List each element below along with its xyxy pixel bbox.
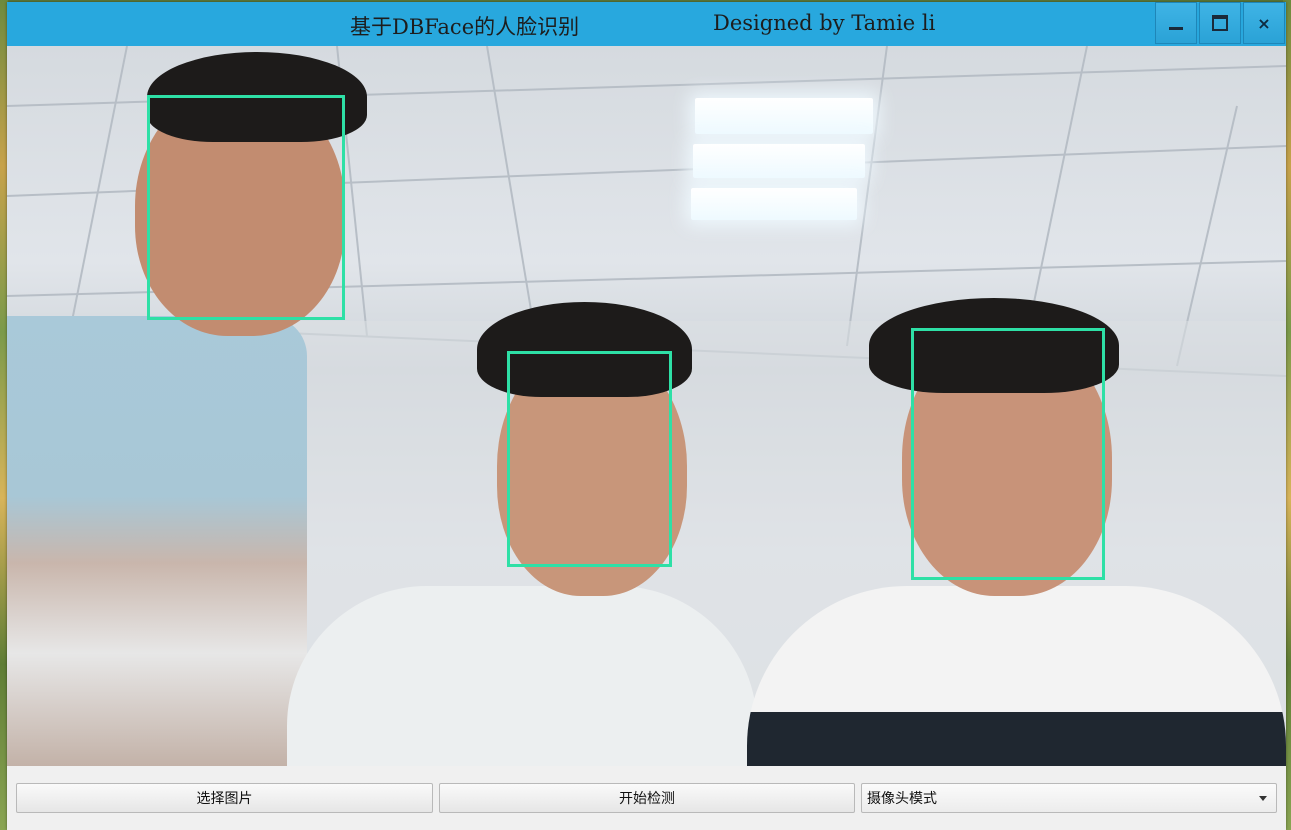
minimize-icon xyxy=(1169,26,1183,30)
app-window: 基于DBFace的人脸识别 Designed by Tamie li × 选择图… xyxy=(7,2,1286,830)
dropdown-arrow-icon xyxy=(1259,796,1267,801)
mode-dropdown[interactable]: 摄像头模式 xyxy=(861,783,1277,813)
ceiling-light xyxy=(695,98,873,134)
maximize-icon xyxy=(1212,15,1228,31)
title-bar[interactable]: 基于DBFace的人脸识别 Designed by Tamie li × xyxy=(7,2,1286,46)
ceiling-light xyxy=(691,188,857,220)
face-detection-box xyxy=(507,351,672,567)
face-detection-box xyxy=(147,95,345,320)
close-button[interactable]: × xyxy=(1243,2,1285,44)
person-right-shirt xyxy=(747,586,1286,766)
start-detection-button[interactable]: 开始检测 xyxy=(439,783,855,813)
minimize-button[interactable] xyxy=(1155,2,1197,44)
select-image-button[interactable]: 选择图片 xyxy=(16,783,433,813)
window-title: 基于DBFace的人脸识别 xyxy=(350,15,580,39)
ceiling-light xyxy=(693,144,865,178)
face-detection-box xyxy=(911,328,1105,580)
person-left-shirt xyxy=(7,316,307,766)
maximize-button[interactable] xyxy=(1199,2,1241,44)
mode-dropdown-value: 摄像头模式 xyxy=(867,791,937,807)
person-center-shirt xyxy=(287,586,757,766)
camera-view xyxy=(7,46,1286,766)
close-icon: × xyxy=(1257,13,1271,33)
designer-credit: Designed by Tamie li xyxy=(713,11,936,35)
control-bar: 选择图片 开始检测 摄像头模式 xyxy=(7,766,1286,830)
